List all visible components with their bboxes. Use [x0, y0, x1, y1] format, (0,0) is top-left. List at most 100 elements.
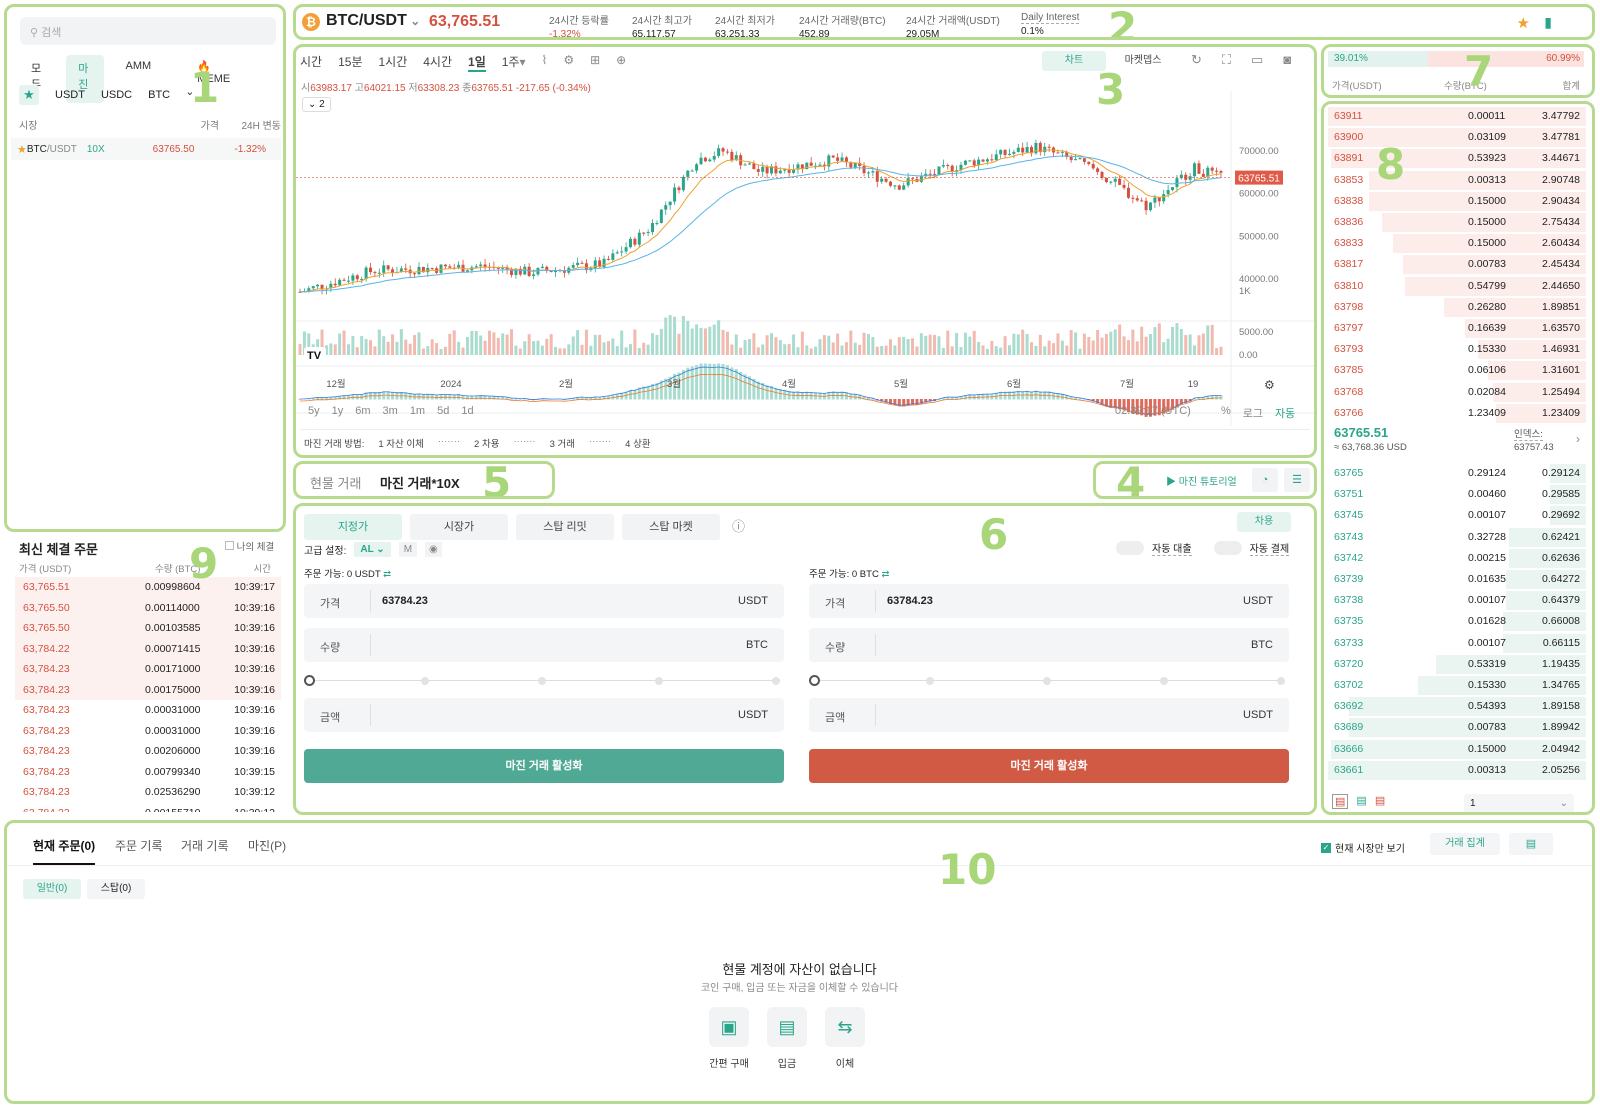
range-1y[interactable]: 1y	[332, 405, 344, 417]
tab-margin-10x[interactable]: 마진 거래*10X	[380, 473, 460, 492]
tab-trade-history[interactable]: 거래 기록	[181, 837, 229, 854]
auto-repay-switch[interactable]	[1213, 541, 1242, 555]
transfer-icon[interactable]: ⇄	[383, 569, 391, 580]
market-row[interactable]: ★ BTC/USDT 10X 63765.50 -1.32%	[11, 138, 281, 160]
info-icon[interactable]: ⓘ	[732, 516, 745, 535]
ask-row[interactable]: 63836 0.15000 2.75434	[1328, 212, 1586, 233]
ask-row[interactable]: 63911 0.00011 3.47792	[1328, 106, 1586, 127]
sell-price-field[interactable]: 가격 63784.23 USDT	[809, 584, 1289, 618]
search-input[interactable]: ⚲ 검색	[20, 17, 276, 45]
quote-tab-btc[interactable]: BTC	[148, 89, 170, 101]
bid-row[interactable]: 63720 0.53319 1.19435	[1328, 654, 1586, 675]
bid-row[interactable]: 63743 0.32728 0.62421	[1328, 527, 1586, 548]
trade-summary-button[interactable]: 거래 집계	[1430, 833, 1500, 855]
buy-amount-field[interactable]: 금액 USDT	[304, 698, 784, 732]
document-icon[interactable]: ▤	[1509, 833, 1553, 855]
interval-15m[interactable]: 15분	[338, 53, 362, 72]
scale-auto[interactable]: 자동	[1275, 405, 1295, 421]
deposit-button[interactable]: ▤ 입금	[757, 1007, 817, 1070]
ask-row[interactable]: 63853 0.00313 2.90748	[1328, 170, 1586, 191]
ask-row[interactable]: 63793 0.15330 1.46931	[1328, 339, 1586, 360]
auto-loan-switch[interactable]	[1116, 541, 1144, 555]
checkbox-checked-icon[interactable]: ✓	[1321, 842, 1331, 853]
ask-row[interactable]: 63797 0.16639 1.63570	[1328, 318, 1586, 339]
al-toggle[interactable]: AL ⌄	[354, 542, 391, 557]
bid-row[interactable]: 63742 0.00215 0.62636	[1328, 548, 1586, 569]
col-market[interactable]: 시장	[19, 117, 169, 132]
range-1d[interactable]: 1d	[461, 405, 473, 417]
range-5d[interactable]: 5d	[437, 405, 449, 417]
range-3m[interactable]: 3m	[383, 405, 398, 417]
scale-percent[interactable]: %	[1221, 405, 1231, 421]
view-asks-icon[interactable]: ▤	[1375, 794, 1385, 809]
col-change[interactable]: 24H 변동	[219, 117, 281, 132]
ask-row[interactable]: 63900 0.03109 3.47781	[1328, 127, 1586, 148]
settings-icon[interactable]: ⚙	[563, 53, 574, 72]
bid-row[interactable]: 63765 0.29124 0.29124	[1328, 463, 1586, 484]
ask-row[interactable]: 63766 1.23409 1.23409	[1328, 403, 1586, 424]
interval-1d[interactable]: 1일	[468, 53, 486, 72]
bid-row[interactable]: 63735 0.01628 0.66008	[1328, 611, 1586, 632]
transfer-button[interactable]: ⇆ 이체	[815, 1007, 875, 1070]
favorite-star-icon[interactable]: ★	[1517, 14, 1530, 32]
tab-margin-positions[interactable]: 마진(P)	[248, 837, 286, 854]
range-5y[interactable]: 5y	[308, 405, 320, 417]
precision-select[interactable]: 1 ⌄	[1464, 794, 1574, 812]
view-bids-icon[interactable]: ▤	[1356, 794, 1366, 809]
transfer-icon[interactable]: ⇄	[881, 569, 889, 580]
order-type-market[interactable]: 시장가	[410, 514, 508, 540]
subtab-normal[interactable]: 일반(0)	[23, 879, 81, 899]
sell-percent-slider[interactable]	[809, 675, 1289, 687]
step-trade[interactable]: 3 거래	[550, 436, 575, 450]
layout-icon[interactable]: ▭	[1251, 52, 1263, 68]
interval-1h[interactable]: 1시간	[378, 53, 407, 72]
order-type-stop-limit[interactable]: 스탑 리밋	[516, 514, 614, 540]
tab-order-history[interactable]: 주문 기록	[115, 837, 163, 854]
pie-chart-icon[interactable]: ◔	[1252, 468, 1278, 492]
view-both-icon[interactable]: ▤	[1332, 794, 1349, 809]
bid-row[interactable]: 63661 0.00313 2.05256	[1328, 760, 1586, 781]
order-type-stop-market[interactable]: 스탑 마켓	[622, 514, 720, 540]
price-chart[interactable]: 63765.51 70000.00 60000.00 50000.00 40000.00…	[296, 91, 1314, 426]
scale-log[interactable]: 로그	[1243, 405, 1263, 421]
step-transfer[interactable]: 1 자산 이체	[378, 436, 424, 450]
eye-icon[interactable]: ◉	[425, 542, 442, 557]
ask-row[interactable]: 63768 0.02084 1.25494	[1328, 382, 1586, 403]
refresh-icon[interactable]: ↻	[1191, 52, 1202, 68]
tutorial-link[interactable]: ▶ 마진 튜토리얼	[1166, 473, 1237, 488]
buy-activate-button[interactable]: 마진 거래 활성화	[304, 749, 784, 783]
add-icon[interactable]: ⊕	[616, 53, 626, 72]
buy-percent-slider[interactable]	[304, 675, 784, 687]
interval-1w[interactable]: 1주▾	[502, 53, 526, 72]
ask-row[interactable]: 63785 0.06106 1.31601	[1328, 360, 1586, 381]
quote-tab-usdc[interactable]: USDC	[101, 89, 132, 101]
subtab-stop[interactable]: 스탑(0)	[87, 879, 145, 899]
quote-tab-usdt[interactable]: USDT	[55, 89, 85, 101]
bid-row[interactable]: 63702 0.15330 1.34765	[1328, 675, 1586, 696]
sliders-icon[interactable]: ☰	[1284, 468, 1310, 492]
tab-spot[interactable]: 현물 거래	[310, 473, 361, 492]
bid-row[interactable]: 63745 0.00107 0.29692	[1328, 505, 1586, 526]
bid-row[interactable]: 63666 0.15000 2.04942	[1328, 739, 1586, 760]
step-borrow[interactable]: 2 차용	[474, 436, 499, 450]
pair-selector[interactable]: BTC/USDT ⌄	[326, 12, 420, 30]
bid-row[interactable]: 63739 0.01635 0.64272	[1328, 569, 1586, 590]
bid-row[interactable]: 63689 0.00783 1.89942	[1328, 717, 1586, 738]
indicators-icon[interactable]: ⊞	[590, 53, 600, 72]
tab-open-orders[interactable]: 현재 주문(0)	[33, 837, 96, 865]
col-price[interactable]: 가격	[169, 117, 219, 132]
buy-qty-field[interactable]: 수량 BTC	[304, 628, 784, 662]
ask-row[interactable]: 63891 0.53923 3.44671	[1328, 148, 1586, 169]
ask-row[interactable]: 63817 0.00783 2.45434	[1328, 254, 1586, 275]
ask-row[interactable]: 63838 0.15000 2.90434	[1328, 191, 1586, 212]
sell-qty-field[interactable]: 수량 BTC	[809, 628, 1289, 662]
camera-icon[interactable]: ◙	[1283, 52, 1291, 68]
range-1m[interactable]: 1m	[410, 405, 425, 417]
bid-row[interactable]: 63692 0.54393 1.89158	[1328, 696, 1586, 717]
borrow-button[interactable]: 차용	[1237, 512, 1291, 532]
fullscreen-icon[interactable]: ⛶	[1222, 52, 1231, 68]
checkbox[interactable]	[225, 541, 234, 550]
step-repay[interactable]: 4 상환	[625, 436, 650, 450]
sell-activate-button[interactable]: 마진 거래 활성화	[809, 749, 1289, 783]
favorites-star-icon[interactable]: ★	[19, 85, 39, 105]
